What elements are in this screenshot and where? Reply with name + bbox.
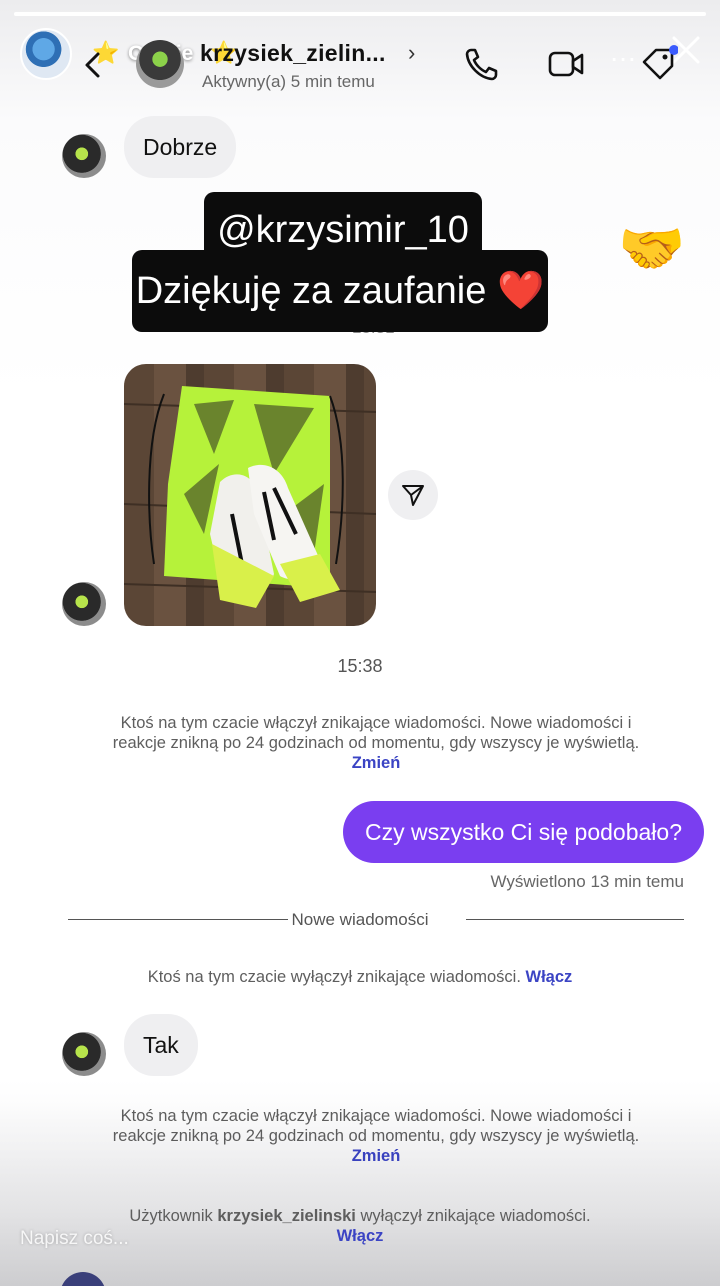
system-message-prefix: Użytkownik	[129, 1207, 213, 1225]
message-text: Dobrze	[143, 133, 218, 160]
enable-link[interactable]: Włącz	[526, 968, 573, 986]
video-icon[interactable]	[546, 44, 586, 84]
message-text: Tak	[143, 1031, 179, 1058]
story-avatar[interactable]	[20, 28, 72, 80]
reply-input[interactable]: Napisz coś...	[20, 1228, 129, 1250]
story-progress-fill	[14, 12, 706, 16]
message-text: Czy wszystko Ci się podobało?	[364, 818, 682, 845]
timestamp: 15:38	[337, 656, 383, 676]
chevron-right-icon[interactable]: ›	[408, 40, 415, 66]
tag-icon[interactable]	[638, 44, 678, 84]
system-message-text: Ktoś na tym czacie wyłączył znikające wi…	[147, 968, 521, 986]
system-message: Ktoś na tym czacie włączył znikające wia…	[96, 1106, 656, 1166]
system-message: Ktoś na tym czacie wyłączył znikające wi…	[60, 967, 660, 987]
boots-bag-image	[124, 386, 376, 608]
system-message-suffix: wyłączył znikające wiadomości.	[360, 1207, 591, 1225]
system-message-text: Ktoś na tym czacie włączył znikające wia…	[112, 1107, 640, 1145]
phone-icon[interactable]	[462, 44, 502, 84]
sticker-handle-text: @krzysimir_10	[217, 209, 469, 251]
contact-status: Aktywny(a) 5 min temu	[202, 72, 375, 91]
sender-avatar[interactable]	[62, 1032, 106, 1076]
sender-avatar[interactable]	[62, 582, 106, 626]
story-progress-bar	[14, 12, 706, 16]
photo-message[interactable]	[124, 364, 376, 626]
system-message-user: krzysiek_zielinski	[217, 1207, 356, 1225]
seen-status: Wyświetlono 13 min temu	[490, 872, 684, 891]
back-arrow-icon[interactable]	[78, 48, 108, 82]
system-message: Ktoś na tym czacie włączył znikające wia…	[96, 713, 656, 773]
handshake-emoji: 🤝	[618, 219, 686, 279]
message-bubble-incoming[interactable]: Tak	[124, 1014, 198, 1076]
message-bubble-outgoing[interactable]: Czy wszystko Ci się podobało?	[342, 801, 704, 863]
share-button[interactable]	[388, 470, 438, 520]
sender-avatar[interactable]	[62, 134, 106, 178]
contact-avatar[interactable]	[136, 40, 184, 88]
story-text-sticker-thanks: Dziękuję za zaufanie ❤️	[132, 250, 548, 332]
change-link[interactable]: Zmień	[352, 1147, 401, 1165]
message-bubble-incoming[interactable]: Dobrze	[124, 116, 237, 178]
new-messages-label: Nowe wiadomości	[291, 910, 429, 929]
more-options-icon[interactable]: …	[609, 36, 638, 68]
change-link[interactable]: Zmień	[352, 754, 401, 772]
enable-link[interactable]: Włącz	[337, 1227, 384, 1245]
send-icon	[402, 485, 424, 506]
system-message: Użytkownik krzysiek_zielinski wyłączył z…	[60, 1206, 660, 1246]
contact-name[interactable]: krzysiek_zielin...	[200, 40, 386, 67]
system-message-text: Ktoś na tym czacie włączył znikające wia…	[112, 714, 640, 752]
sticker-thanks-text: Dziękuję za zaufanie ❤️	[135, 270, 545, 312]
